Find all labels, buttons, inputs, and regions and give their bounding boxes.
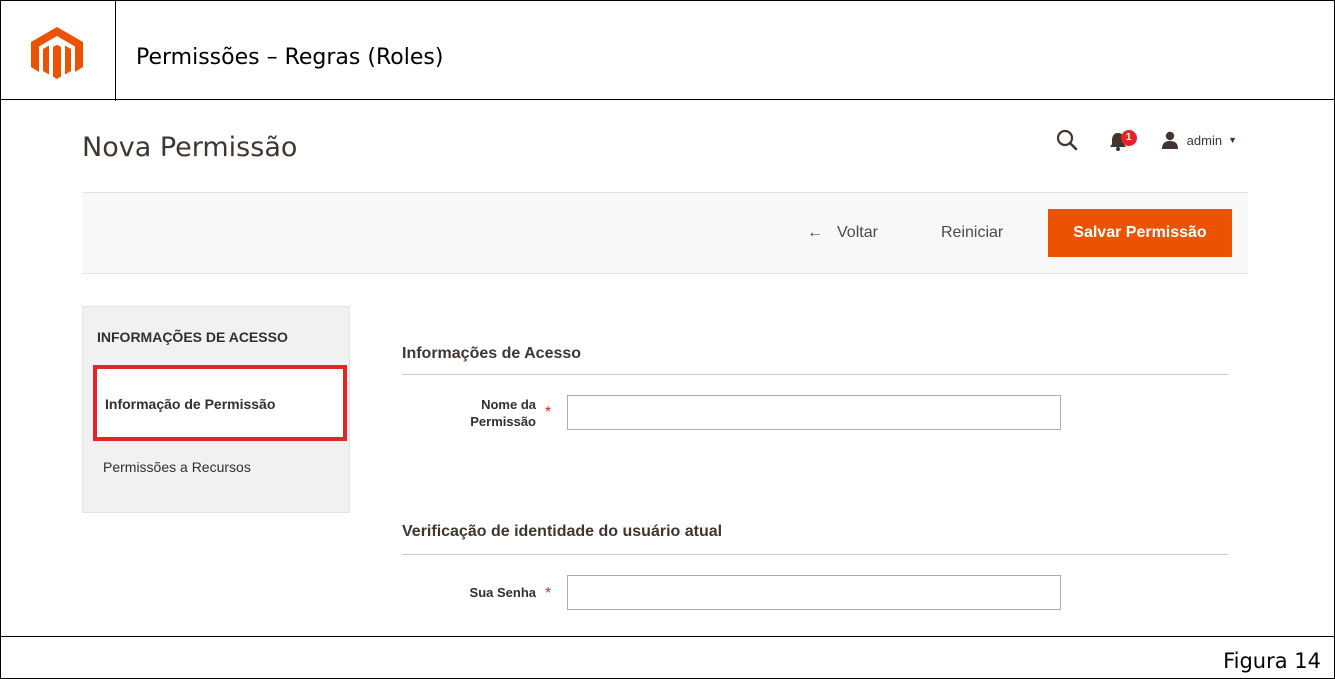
notification-badge: 1 (1120, 130, 1137, 146)
chevron-down-icon: ▼ (1228, 135, 1237, 145)
side-tabs: INFORMAÇÕES DE ACESSO Informação de Perm… (82, 306, 350, 513)
reset-button[interactable]: Reiniciar (941, 224, 1003, 242)
arrow-left-icon: ← (807, 224, 823, 241)
page-actions-bar: ← Voltar Reiniciar Salvar Permissão (82, 192, 1248, 274)
magento-logo-icon (31, 27, 83, 79)
save-permission-button[interactable]: Salvar Permissão (1048, 209, 1232, 257)
figure-label: Figura 14 (1223, 649, 1321, 673)
fieldset-title-identity-verification: Verificação de identidade do usuário atu… (402, 523, 723, 540)
your-password-input[interactable] (567, 575, 1061, 610)
role-name-label: Nome da Permissão (446, 396, 536, 430)
your-password-label: Sua Senha (469, 585, 536, 600)
role-name-label-line1: Nome da (481, 397, 536, 412)
tab-role-resources[interactable]: Permissões a Recursos (103, 459, 251, 475)
user-name: admin (1186, 132, 1223, 148)
required-asterisk: * (545, 404, 552, 421)
logo-cell (1, 1, 116, 101)
back-button[interactable]: ← Voltar (807, 224, 878, 242)
role-name-label-line2: Permissão (470, 414, 536, 429)
role-name-input[interactable] (567, 395, 1061, 430)
page-title: Nova Permissão (82, 132, 298, 163)
tab-role-info[interactable]: Informação de Permissão (93, 365, 347, 441)
fieldset-title-access-info: Informações de Acesso (402, 345, 582, 362)
tab-role-info-label: Informação de Permissão (105, 396, 276, 412)
document-title: Permissões – Regras (Roles) (136, 45, 444, 70)
document-footer: Figura 14 (0, 636, 1335, 679)
divider (402, 554, 1228, 555)
user-icon (1161, 131, 1178, 149)
divider (402, 374, 1228, 375)
header-actions: 1 admin ▼ (1055, 125, 1237, 155)
required-asterisk: * (545, 585, 552, 602)
document-header: Permissões – Regras (Roles) (0, 0, 1335, 101)
search-icon[interactable] (1055, 128, 1079, 152)
side-tabs-section-title: INFORMAÇÕES DE ACESSO (97, 329, 288, 345)
notifications-button[interactable]: 1 (1107, 128, 1141, 152)
user-menu[interactable]: admin ▼ (1161, 131, 1237, 149)
back-button-label: Voltar (837, 224, 878, 241)
